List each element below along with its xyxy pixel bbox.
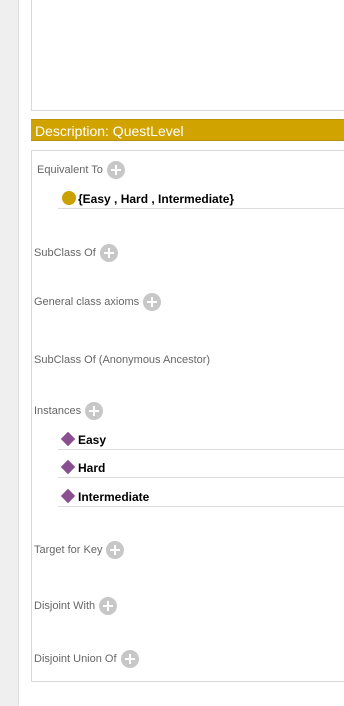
section-instances: Instances bbox=[34, 402, 104, 420]
add-target-key-button[interactable] bbox=[106, 541, 125, 559]
description-header: Description: QuestLevel bbox=[31, 119, 344, 141]
target-for-key-label: Target for Key bbox=[34, 544, 103, 556]
section-disjoint-with: Disjoint With bbox=[34, 597, 118, 615]
section-target-for-key: Target for Key bbox=[34, 541, 125, 559]
equivalent-class-entry[interactable]: {Easy , Hard , Intermediate} bbox=[58, 189, 344, 209]
purple-diamond-icon bbox=[60, 431, 76, 447]
equivalent-to-label: Equivalent To bbox=[37, 164, 103, 176]
add-instance-button[interactable] bbox=[85, 402, 104, 420]
purple-diamond-icon bbox=[60, 488, 76, 504]
add-disjoint-union-button[interactable] bbox=[120, 650, 139, 668]
subclass-anonymous-label: SubClass Of (Anonymous Ancestor) bbox=[34, 354, 211, 367]
add-disjoint-with-button[interactable] bbox=[99, 597, 118, 615]
instance-text: Hard bbox=[78, 461, 106, 475]
disjoint-union-label: Disjoint Union Of bbox=[34, 653, 117, 665]
subclass-of-label: SubClass Of bbox=[34, 247, 96, 259]
add-general-axiom-button[interactable] bbox=[143, 293, 162, 311]
add-subclass-of-button[interactable] bbox=[99, 244, 118, 262]
add-equivalent-to-button[interactable] bbox=[106, 161, 125, 179]
upper-view-panel bbox=[31, 0, 344, 111]
purple-diamond-icon bbox=[60, 459, 76, 475]
instance-entry[interactable]: Intermediate bbox=[58, 487, 344, 507]
description-content: Equivalent To {Easy , Hard , Intermediat… bbox=[31, 150, 344, 682]
section-subclass-of: SubClass Of bbox=[34, 244, 118, 262]
instance-entry[interactable]: Easy bbox=[58, 430, 344, 450]
section-disjoint-union-of: Disjoint Union Of bbox=[34, 650, 139, 668]
instance-text: Easy bbox=[78, 433, 107, 447]
description-title: Description: QuestLevel bbox=[35, 123, 184, 139]
yellow-circle-icon bbox=[62, 191, 76, 205]
left-panel-strip bbox=[0, 0, 19, 706]
instance-entry[interactable]: Hard bbox=[58, 458, 344, 478]
section-equivalent-to: Equivalent To bbox=[37, 161, 125, 179]
disjoint-with-label: Disjoint With bbox=[34, 600, 96, 612]
instance-text: Intermediate bbox=[78, 490, 150, 504]
general-axioms-label: General class axioms bbox=[34, 296, 140, 308]
section-general-axioms: General class axioms bbox=[34, 293, 162, 311]
equivalent-class-text: {Easy , Hard , Intermediate} bbox=[78, 192, 235, 206]
instances-label: Instances bbox=[34, 405, 82, 417]
section-subclass-anonymous: SubClass Of (Anonymous Ancestor) bbox=[34, 354, 210, 366]
